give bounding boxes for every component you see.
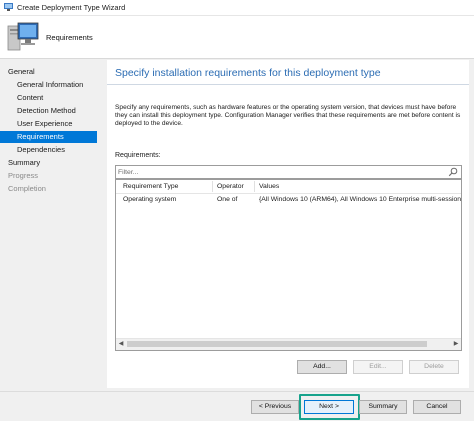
column-divider[interactable] [254,181,255,192]
next-button[interactable]: Next > [304,400,354,414]
table-header: Requirement Type Operator Values [116,180,461,194]
sidebar-item-requirements[interactable]: Requirements [0,131,97,143]
column-header-requirement-type[interactable]: Requirement Type [120,180,209,193]
column-divider[interactable] [212,181,213,192]
search-icon[interactable] [448,167,458,177]
cancel-button[interactable]: Cancel [413,400,461,414]
requirements-panel: Specify installation requirements for th… [107,60,469,388]
delete-button: Delete [409,360,459,374]
column-header-operator[interactable]: Operator [214,180,253,193]
horizontal-scrollbar[interactable]: ◀ ▶ [116,338,461,350]
sidebar-item-general-information[interactable]: General Information [0,79,97,91]
sidebar-item-dependencies[interactable]: Dependencies [0,144,97,156]
sidebar-item-progress: Progress [8,171,39,180]
requirements-table[interactable]: Requirement Type Operator Values Operati… [115,179,462,351]
cell-operator: One of [217,196,238,203]
scrollbar-thumb[interactable] [127,341,427,347]
wizard-footer: < Previous Next > Summary Cancel [0,391,474,421]
wizard-header: Requirements [0,16,474,59]
summary-button[interactable]: Summary [359,400,407,414]
computer-icon [7,22,39,51]
column-header-values[interactable]: Values [256,180,459,193]
filter-input[interactable] [118,166,438,178]
page-title: Specify installation requirements for th… [115,67,381,79]
previous-button[interactable]: < Previous [251,400,299,414]
wizard-app-icon [4,3,13,11]
filter-box[interactable] [115,165,462,179]
requirements-label: Requirements: [115,152,161,159]
wizard-sidebar: General General Information Content Dete… [0,59,97,391]
window-title: Create Deployment Type Wizard [17,3,126,12]
cell-requirement-type: Operating system [123,196,177,203]
sidebar-item-content[interactable]: Content [0,92,97,104]
title-bar: Create Deployment Type Wizard [0,0,474,16]
edit-button: Edit... [353,360,403,374]
sidebar-item-completion: Completion [8,184,46,193]
sidebar-item-detection-method[interactable]: Detection Method [0,105,97,117]
content-area: Specify installation requirements for th… [97,59,474,391]
title-divider [107,84,469,85]
cell-values: {All Windows 10 (ARM64), All Windows 10 … [259,196,461,203]
sidebar-item-summary[interactable]: Summary [0,157,97,169]
scroll-left-icon[interactable]: ◀ [117,341,125,348]
header-title: Requirements [46,33,93,42]
add-button[interactable]: Add... [297,360,347,374]
page-description: Specify any requirements, such as hardwa… [115,104,461,127]
scroll-right-icon[interactable]: ▶ [452,341,460,348]
sidebar-item-user-experience[interactable]: User Experience [0,118,97,130]
sidebar-item-general[interactable]: General [0,66,97,78]
table-row[interactable]: Operating system One of {All Windows 10 … [116,194,461,206]
